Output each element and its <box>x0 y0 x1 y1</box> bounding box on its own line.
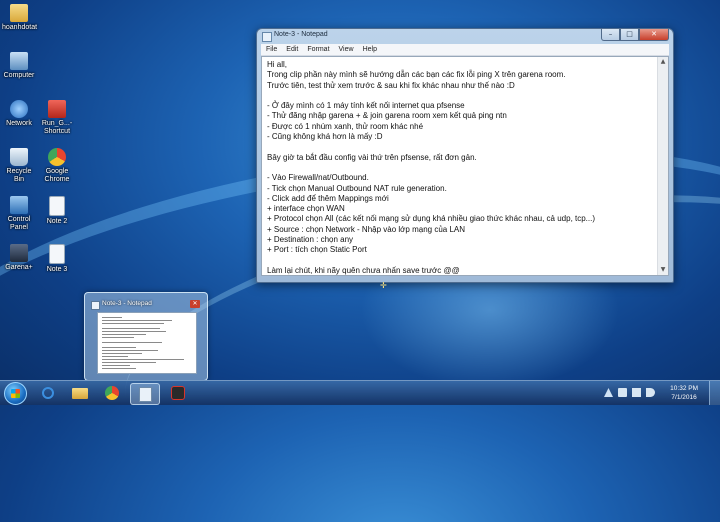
clock-date: 7/1/2016 <box>671 394 697 401</box>
desktop-icon-recycle-bin[interactable]: Recycle Bin <box>2 148 36 184</box>
notepad-window[interactable]: Note-3 - Notepad – □ ✕ File Edit Format … <box>256 28 674 283</box>
desktop-icon-note-3[interactable]: Note 3 <box>40 244 74 274</box>
menu-file[interactable]: File <box>261 46 281 53</box>
thumbnail-text-line <box>102 353 142 354</box>
thumbnail-text-line <box>102 356 128 357</box>
garena-icon <box>171 386 185 400</box>
folder-icon <box>72 388 88 399</box>
desktop-icon-label: Note 3 <box>46 266 68 273</box>
notepad-titlebar[interactable]: Note-3 - Notepad – □ ✕ <box>257 29 673 43</box>
menu-edit[interactable]: Edit <box>281 46 302 53</box>
windows-logo-icon <box>11 389 20 398</box>
minimize-button[interactable]: – <box>601 29 620 41</box>
clock[interactable]: 10:32 PM 7/1/2016 <box>670 384 698 402</box>
menu-bar: File Edit Format View Help <box>261 44 669 56</box>
taskbar-button-notepad[interactable] <box>130 383 160 405</box>
recycle-bin-icon <box>10 148 28 166</box>
thumbnail-close-button[interactable]: ✕ <box>190 300 200 308</box>
thumbnail-text-line <box>102 365 130 366</box>
system-tray: 10:32 PM 7/1/2016 <box>590 381 720 405</box>
thumbnail-text-line <box>102 362 156 363</box>
network-icon <box>10 100 28 118</box>
action-center-icon[interactable] <box>618 388 627 397</box>
desktop-icon-user[interactable]: hoanhdotat <box>2 4 38 32</box>
editor-text[interactable]: Hi all, Trong clip phần này mình sẽ hướn… <box>267 60 654 275</box>
desktop-icon-control-panel[interactable]: Control Panel <box>2 196 36 232</box>
window-controls: – □ ✕ <box>601 29 669 41</box>
taskbar-button-explorer[interactable] <box>66 383 94 403</box>
taskbar-button-garena[interactable] <box>164 383 192 403</box>
network-status-icon[interactable] <box>632 388 641 397</box>
show-desktop-button[interactable] <box>709 381 720 405</box>
desktop-icon-label: Google Chrome <box>44 168 70 183</box>
internet-explorer-icon <box>42 387 54 399</box>
notepad-icon <box>139 387 152 402</box>
desktop-icon-label: Garena+ <box>5 264 33 271</box>
desktop-icon-garena[interactable]: Garena+ <box>2 244 36 272</box>
text-file-icon <box>49 244 65 264</box>
notepad-icon <box>262 32 272 42</box>
thumbnail-text-line <box>102 328 160 329</box>
text-file-icon <box>49 196 65 216</box>
thumbnail-text-line <box>102 317 122 318</box>
desktop-icon-run-shortcut[interactable]: Run_G...- Shortcut <box>40 100 74 136</box>
desktop-icon-label: Control Panel <box>7 216 31 231</box>
thumbnail-text-line <box>102 334 146 335</box>
vertical-scrollbar[interactable]: ▲ ▼ <box>657 57 668 275</box>
taskbar-button-chrome[interactable] <box>98 383 126 403</box>
shortcut-icon <box>48 100 66 118</box>
thumbnail-text-line <box>102 323 164 324</box>
thumbnail-text-line <box>102 350 158 351</box>
thumbnail-text-line <box>102 342 162 343</box>
close-button[interactable]: ✕ <box>639 29 669 41</box>
user-folder-icon <box>10 4 28 22</box>
maximize-button[interactable]: □ <box>620 29 639 41</box>
menu-view[interactable]: View <box>334 46 358 53</box>
menu-format[interactable]: Format <box>302 46 333 53</box>
thumbnail-text-line <box>102 331 166 332</box>
chrome-icon <box>48 148 66 166</box>
computer-icon <box>10 52 28 70</box>
thumbnail-text-line <box>102 347 136 348</box>
scroll-up-icon[interactable]: ▲ <box>658 57 668 67</box>
thumbnail-text-line <box>102 337 134 338</box>
desktop-icon-label: Run_G...- Shortcut <box>41 120 73 135</box>
garena-icon <box>10 244 28 262</box>
desktop-icon-label: Network <box>6 120 32 127</box>
desktop-icon-label: Recycle Bin <box>6 168 32 183</box>
chrome-icon <box>105 386 119 400</box>
thumbnail-text-line <box>102 320 172 321</box>
scroll-down-icon[interactable]: ▼ <box>658 265 668 275</box>
desktop-icon-label: hoanhdotat <box>2 24 38 31</box>
desktop-icon-network[interactable]: Network <box>2 100 36 128</box>
desktop-icon-computer[interactable]: Computer <box>2 52 36 80</box>
show-hidden-icons-icon[interactable] <box>604 388 613 397</box>
volume-icon[interactable] <box>646 388 655 397</box>
desktop-icon-label: Note 2 <box>46 218 68 225</box>
text-editor[interactable]: Hi all, Trong clip phần này mình sẽ hướn… <box>261 56 669 276</box>
thumbnail-text-line <box>102 368 136 369</box>
thumbnail-page <box>97 312 197 374</box>
menu-help[interactable]: Help <box>358 46 381 53</box>
window-title: Note-3 - Notepad <box>274 31 328 38</box>
desktop-icon-label: Computer <box>3 72 35 79</box>
thumbnail-text-line <box>102 359 184 360</box>
control-panel-icon <box>10 196 28 214</box>
taskbar-thumbnail-preview[interactable]: Note-3 - Notepad ✕ <box>84 292 208 381</box>
clock-time: 10:32 PM <box>670 385 698 392</box>
notepad-icon <box>91 301 100 310</box>
start-button[interactable] <box>4 382 27 405</box>
desktop-icon-note-2[interactable]: Note 2 <box>40 196 74 226</box>
taskbar-button-ie[interactable] <box>34 383 62 403</box>
mouse-cursor-icon: ✛ <box>380 281 387 290</box>
taskbar: 10:32 PM 7/1/2016 <box>0 380 720 405</box>
thumbnail-title: Note-3 - Notepad <box>102 300 152 307</box>
desktop-icon-chrome[interactable]: Google Chrome <box>40 148 74 184</box>
